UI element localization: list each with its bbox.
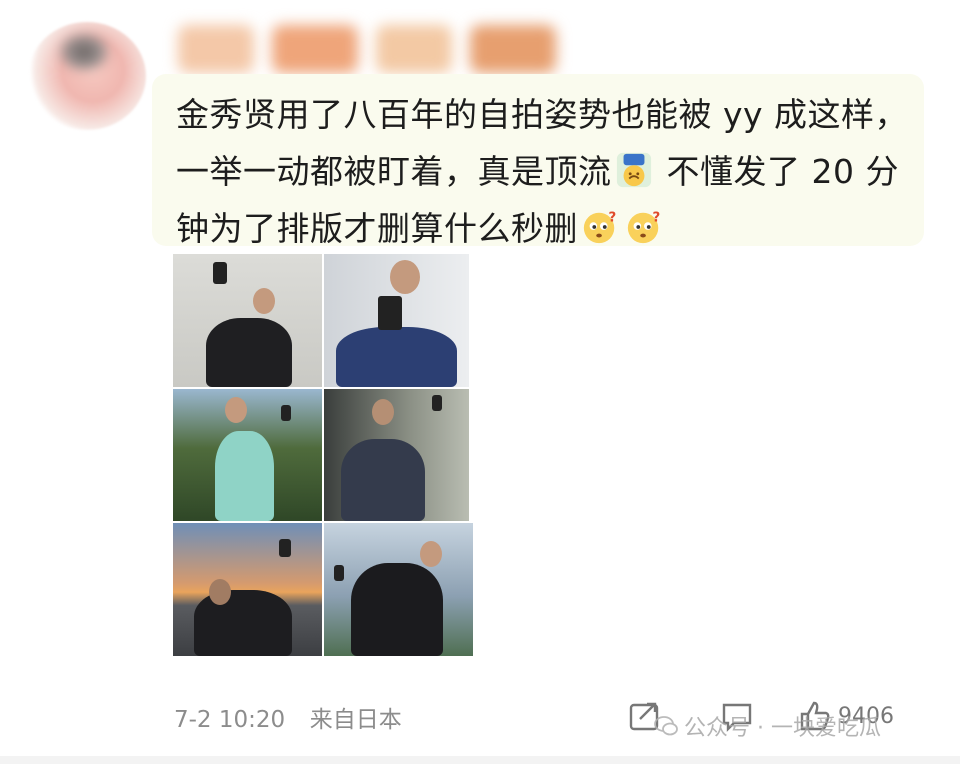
collage-photo-2[interactable] bbox=[324, 254, 469, 387]
user-avatar[interactable] bbox=[28, 22, 146, 130]
comment-text: 金秀贤用了八百年的自拍姿势也能被 yy 成这样，一举一动都被盯着，真是顶流 不懂… bbox=[176, 86, 916, 257]
watermark-text: 公众号 · 一块爱吃瓜 bbox=[684, 716, 881, 741]
photo-collage[interactable] bbox=[173, 254, 473, 656]
watermark: 公众号 · 一块爱吃瓜 bbox=[654, 710, 881, 742]
post-location: 来自日本 bbox=[309, 707, 402, 733]
username-blurred[interactable] bbox=[178, 18, 578, 80]
collage-photo-6[interactable] bbox=[324, 523, 473, 656]
upside-down-face-icon bbox=[616, 152, 651, 188]
wechat-icon bbox=[654, 716, 678, 736]
collage-photo-4[interactable] bbox=[324, 389, 469, 521]
collage-photo-3[interactable] bbox=[173, 389, 322, 521]
collage-photo-5[interactable] bbox=[173, 523, 322, 656]
post-meta: 7-2 10:20 来自日本 bbox=[174, 700, 402, 734]
post-timestamp: 7-2 10:20 bbox=[174, 707, 286, 733]
svg-text:?: ? bbox=[609, 210, 617, 225]
confused-face-icon: ? bbox=[583, 210, 617, 244]
svg-text:?: ? bbox=[653, 210, 661, 225]
bottom-divider bbox=[0, 756, 960, 764]
collage-photo-1[interactable] bbox=[173, 254, 322, 387]
confused-face-icon: ? bbox=[627, 210, 661, 244]
